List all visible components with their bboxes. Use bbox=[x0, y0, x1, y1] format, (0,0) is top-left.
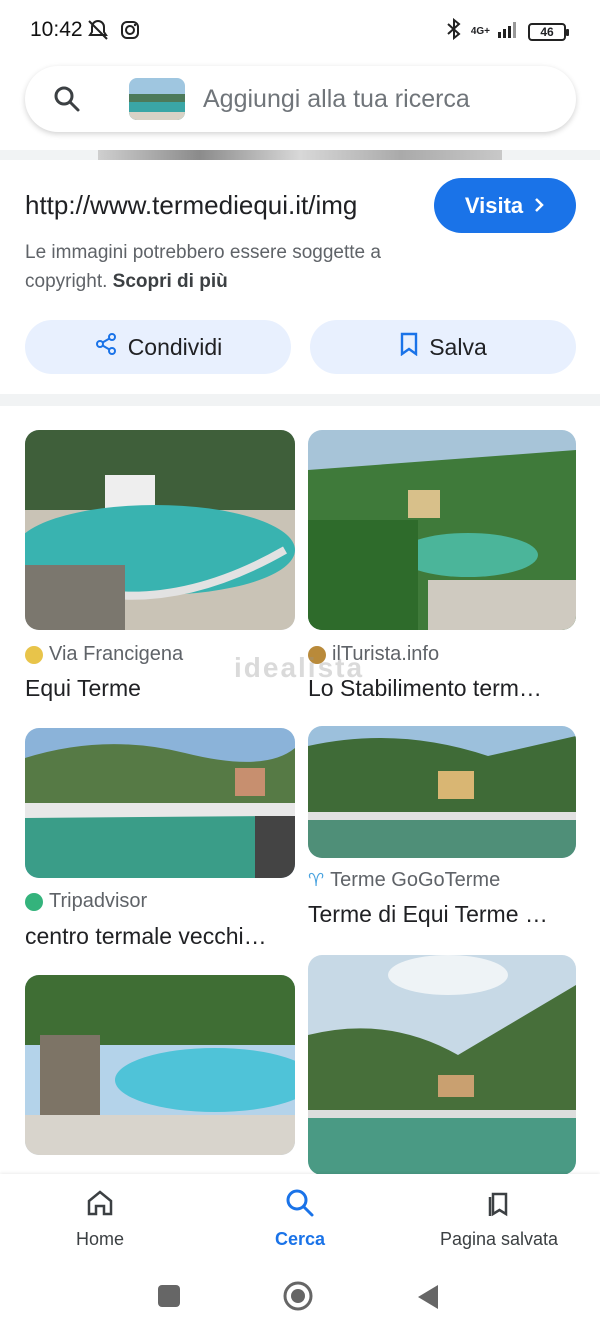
home-icon bbox=[85, 1188, 115, 1223]
previous-image-edge bbox=[98, 150, 502, 160]
chevron-right-icon bbox=[533, 193, 545, 219]
nav-saved-pages[interactable]: Pagina salvata bbox=[434, 1188, 564, 1250]
search-placeholder[interactable]: Aggiungi alla tua ricerca bbox=[203, 85, 470, 114]
watermark: idealista bbox=[234, 652, 365, 683]
home-circle-icon[interactable] bbox=[282, 1280, 314, 1317]
instagram-icon bbox=[120, 20, 140, 45]
save-button[interactable]: Salva bbox=[310, 320, 576, 374]
nav-search-label: Cerca bbox=[274, 1229, 326, 1249]
terme-gogoterme-icon: ♈ bbox=[308, 870, 325, 890]
result-source: Tripadvisor bbox=[25, 890, 147, 913]
nav-home-label: Home bbox=[75, 1229, 124, 1249]
result-image[interactable] bbox=[25, 728, 295, 878]
saved-pages-icon bbox=[484, 1188, 514, 1223]
result-title[interactable]: centro termale vecchi… bbox=[25, 923, 293, 950]
network-label: 4G+ bbox=[470, 25, 490, 37]
mute-icon bbox=[86, 18, 110, 47]
result-image[interactable] bbox=[308, 726, 576, 858]
save-label: Salva bbox=[429, 333, 487, 360]
battery-icon: 46 bbox=[528, 22, 569, 41]
visit-button[interactable]: Visita bbox=[434, 178, 576, 233]
system-navigation bbox=[0, 1266, 600, 1333]
result-image[interactable] bbox=[25, 975, 295, 1155]
copyright-notice: Le immagini potrebbero essere soggette a… bbox=[25, 242, 381, 292]
bluetooth-icon bbox=[445, 17, 463, 45]
result-image[interactable] bbox=[25, 430, 295, 630]
recent-apps-icon[interactable] bbox=[157, 1284, 181, 1313]
share-label: Condividi bbox=[127, 333, 223, 360]
section-divider bbox=[0, 394, 600, 406]
result-title[interactable]: Terme di Equi Terme … bbox=[308, 901, 576, 928]
status-time: 10:42 bbox=[30, 18, 83, 41]
share-button[interactable]: Condividi bbox=[25, 320, 291, 374]
learn-more-link[interactable]: Scopri di più bbox=[113, 271, 228, 292]
bottom-navigation: Home Cerca Pagina salvata bbox=[0, 1174, 600, 1266]
result-source: ♈ Terme GoGoTerme bbox=[308, 869, 501, 891]
nav-saved-label: Pagina salvata bbox=[439, 1229, 559, 1249]
result-image[interactable] bbox=[308, 955, 576, 1175]
search-icon[interactable] bbox=[53, 85, 81, 118]
status-bar: 10:42 4G+ 46 bbox=[0, 0, 600, 60]
share-icon bbox=[94, 332, 118, 362]
signal-icon bbox=[498, 20, 520, 43]
nav-home[interactable]: Home bbox=[70, 1188, 130, 1250]
bookmark-icon bbox=[399, 332, 419, 362]
via-francigena-icon bbox=[25, 645, 43, 664]
nav-search[interactable]: Cerca bbox=[268, 1188, 332, 1250]
search-icon bbox=[285, 1188, 315, 1223]
visit-label: Visita bbox=[464, 192, 524, 218]
search-image-thumbnail[interactable] bbox=[129, 78, 185, 120]
back-icon[interactable] bbox=[416, 1284, 440, 1315]
source-url: http://www.termediequi.it/img bbox=[25, 190, 358, 220]
tripadvisor-icon bbox=[25, 892, 43, 911]
search-bar[interactable]: Aggiungi alla tua ricerca bbox=[25, 66, 576, 132]
result-image[interactable] bbox=[308, 430, 576, 630]
result-source: Via Francigena bbox=[25, 643, 183, 666]
